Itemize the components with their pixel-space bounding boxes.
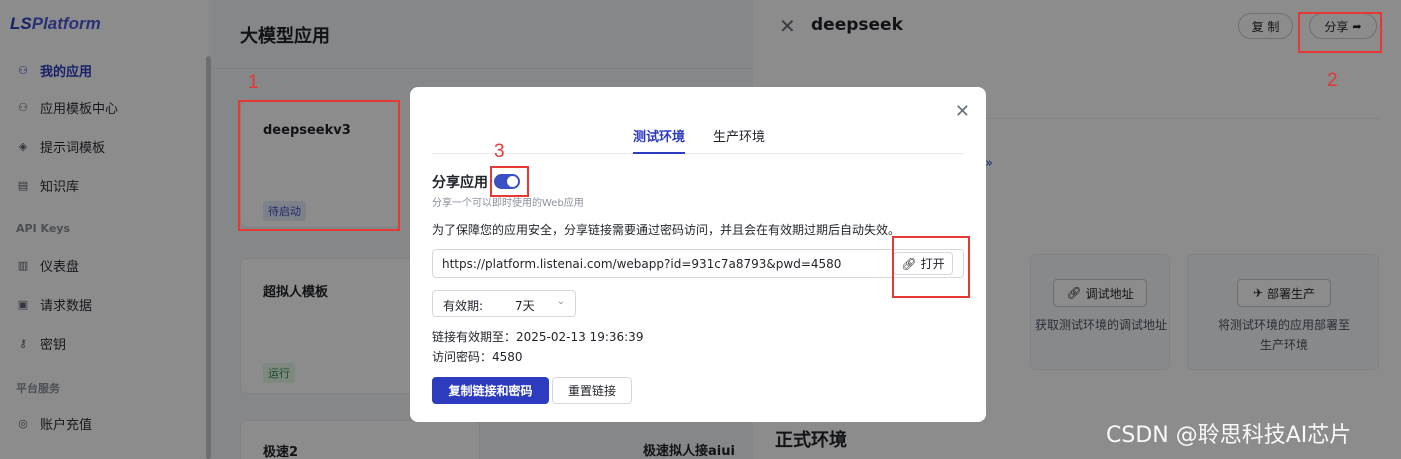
share-app-title: 分享应用	[432, 175, 488, 191]
env-tabs: 测试环境 生产环境	[432, 123, 964, 154]
annotation-box-1	[238, 100, 400, 231]
annotation-number-1: 1	[248, 72, 259, 93]
tab-test-env[interactable]: 测试环境	[633, 126, 686, 154]
annotation-number-3: 3	[494, 141, 505, 162]
annotation-number-2: 2	[1327, 70, 1338, 91]
annotation-box-open	[892, 236, 970, 298]
chevron-down-icon: ⌄	[556, 296, 565, 307]
password-text: 访问密码：4580	[432, 350, 523, 364]
annotation-box-3	[490, 166, 529, 197]
share-url-text: https://platform.listenai.com/webapp?id=…	[442, 257, 842, 271]
close-icon[interactable]: ✕	[955, 101, 970, 122]
security-notice: 为了保障您的应用安全，分享链接需要通过密码访问，并且会在有效期过期后自动失效。	[432, 223, 901, 237]
watermark: CSDN @聆思科技AI芯片	[1106, 423, 1352, 448]
annotation-box-2	[1298, 12, 1382, 53]
expiry-text: 链接有效期至：2025-02-13 19:36:39	[432, 330, 644, 344]
reset-link-button[interactable]: 重置链接	[552, 377, 632, 404]
copy-link-password-button[interactable]: 复制链接和密码	[432, 377, 549, 404]
share-url-field[interactable]: https://platform.listenai.com/webapp?id=…	[432, 249, 964, 278]
validity-select[interactable]: 有效期: 7天 ⌄	[432, 290, 576, 317]
tab-production-env[interactable]: 生产环境	[713, 126, 765, 154]
